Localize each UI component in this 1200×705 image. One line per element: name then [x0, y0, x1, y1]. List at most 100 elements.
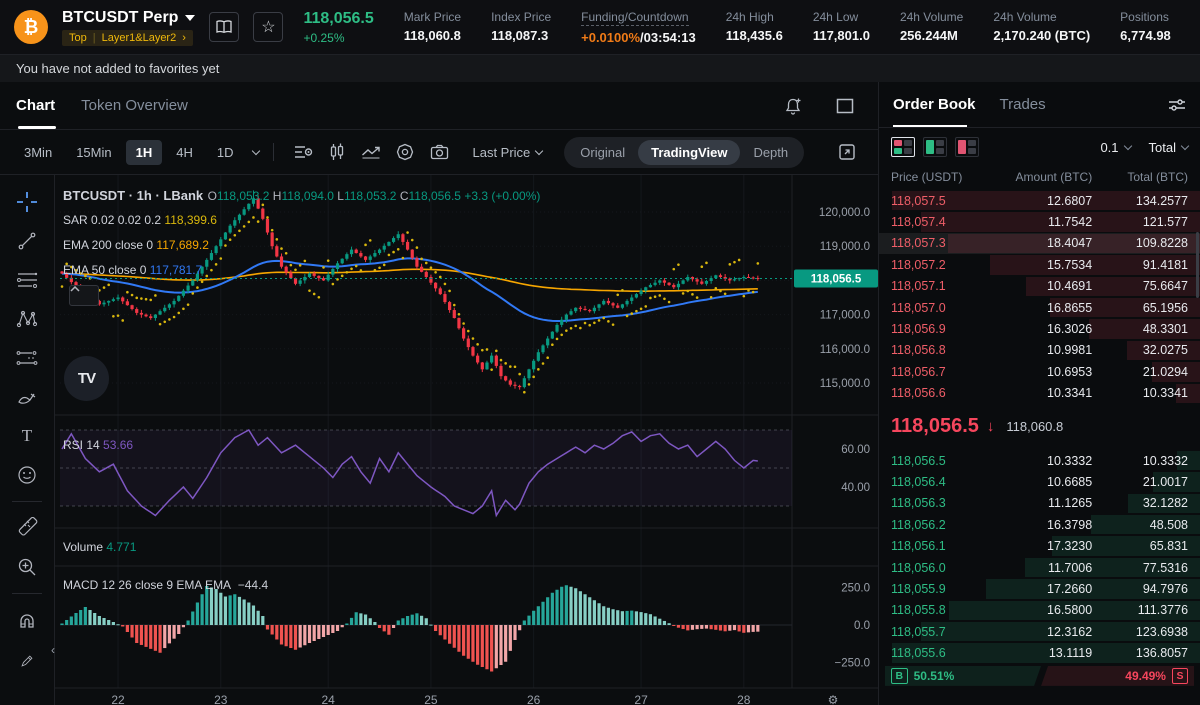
- view-bids-only-icon[interactable]: [923, 137, 947, 157]
- svg-text:−250.0: −250.0: [835, 658, 871, 670]
- timeframe-more-chevron-icon[interactable]: [252, 146, 260, 154]
- text-tool-icon[interactable]: T: [10, 421, 44, 451]
- orderbook-bid-row[interactable]: 118,055.917.266094.7976: [879, 578, 1200, 599]
- chart-plot[interactable]: 118,056.5120,000.0119,000.0117,000.0116,…: [55, 175, 878, 705]
- favorite-button[interactable]: ☆: [253, 12, 283, 42]
- trading-app: ₿ BTCUSDT Perp Top | Layer1&Layer2 › ☆ 1…: [0, 0, 1200, 705]
- timeframe-15min[interactable]: 15Min: [66, 140, 121, 165]
- chart-area: T: [0, 175, 878, 705]
- svg-text:119,000.0: 119,000.0: [820, 241, 870, 253]
- candlestick-chart[interactable]: 118,056.5120,000.0119,000.0117,000.0116,…: [55, 175, 878, 705]
- orderbook-ask-row[interactable]: 118,057.110.469175.6647: [879, 276, 1200, 297]
- timeframe-bar: 3Min 15Min 1H 4H 1D: [0, 130, 878, 175]
- tradingview-logo[interactable]: TV: [64, 356, 109, 401]
- trendline-tool-icon[interactable]: [10, 226, 44, 256]
- brush-tool-icon[interactable]: [10, 382, 44, 412]
- precision-dropdown[interactable]: 0.1: [1100, 140, 1130, 155]
- edit-pencil-tool-icon[interactable]: [10, 646, 44, 676]
- timeframe-4h[interactable]: 4H: [166, 140, 203, 165]
- svg-text:40.00: 40.00: [841, 482, 870, 494]
- orderbook-scrollbar[interactable]: [1196, 232, 1199, 298]
- symbol-tags[interactable]: Top | Layer1&Layer2 ›: [62, 30, 193, 46]
- fullscreen-icon[interactable]: [832, 139, 862, 165]
- measure-tool-icon[interactable]: [10, 513, 44, 543]
- emoji-tool-icon[interactable]: [10, 460, 44, 490]
- orderbook-bid-row[interactable]: 118,056.311.126532.1282: [879, 493, 1200, 514]
- orderbook-bid-row[interactable]: 118,056.510.333210.3332: [879, 450, 1200, 471]
- orderbook-ask-row[interactable]: 118,057.016.865565.1956: [879, 297, 1200, 318]
- orderbook-bid-row[interactable]: 118,056.216.379848.508: [879, 514, 1200, 535]
- xabcd-pattern-tool-icon[interactable]: [10, 304, 44, 334]
- view-asks-only-icon[interactable]: [955, 137, 979, 157]
- price-down-arrow-icon: ↓: [987, 418, 995, 435]
- mode-depth[interactable]: Depth: [740, 140, 801, 165]
- drawing-toolbar: T: [0, 175, 55, 705]
- stat-24h-high: 24h High 118,435.6: [726, 10, 783, 45]
- total-mode-dropdown[interactable]: Total: [1149, 140, 1188, 155]
- orderbook-bid-row[interactable]: 118,056.410.668521.0017: [879, 471, 1200, 492]
- view-combined-icon[interactable]: [891, 137, 915, 157]
- orderbook-ask-row[interactable]: 118,056.710.695321.0294: [879, 361, 1200, 382]
- legend-collapse-button[interactable]: [69, 285, 99, 306]
- chevron-down-icon: [1181, 141, 1189, 149]
- orderbook-tab-bar: Order Book Trades: [879, 82, 1200, 128]
- svg-text:28: 28: [737, 693, 751, 705]
- orderbook-ask-row[interactable]: 118,056.610.334110.3341: [879, 383, 1200, 404]
- orderbook-bid-row[interactable]: 118,055.816.5800111.3776: [879, 600, 1200, 621]
- candle-style-icon[interactable]: [322, 139, 352, 165]
- svg-text:⚙: ⚙: [828, 693, 839, 705]
- svg-text:27: 27: [634, 693, 648, 705]
- svg-text:250.0: 250.0: [841, 583, 870, 595]
- mode-original[interactable]: Original: [567, 140, 638, 165]
- magnet-tool-icon[interactable]: [10, 605, 44, 635]
- orderbook-mid-price[interactable]: 118,056.5 ↓ 118,060.8: [879, 404, 1200, 450]
- orderbook-bid-row[interactable]: 118,055.712.3162123.6938: [879, 621, 1200, 642]
- crosshair-tool-icon[interactable]: [10, 187, 44, 217]
- orderbook-ask-row[interactable]: 118,057.215.753491.4181: [879, 254, 1200, 275]
- symbol-block[interactable]: BTCUSDT Perp Top | Layer1&Layer2 ›: [62, 9, 195, 46]
- sell-percent: 49.49%: [1125, 669, 1166, 683]
- timeframe-3min[interactable]: 3Min: [14, 140, 62, 165]
- window-icon[interactable]: [830, 93, 860, 119]
- forecast-tool-icon[interactable]: [10, 343, 44, 373]
- tab-chart[interactable]: Chart: [16, 82, 55, 129]
- timeframe-1d[interactable]: 1D: [207, 140, 244, 165]
- orderbook-ask-row[interactable]: 118,057.512.6807134.2577: [879, 190, 1200, 211]
- last-price-block: 118,056.5 +0.25%: [303, 10, 373, 45]
- header-stats: Mark Price 118,060.8 Index Price 118,087…: [404, 10, 1171, 45]
- orderbook-ask-row[interactable]: 118,056.916.302648.3301: [879, 318, 1200, 339]
- stat-funding-countdown[interactable]: Funding/Countdown +0.0100%/03:54:13: [581, 10, 696, 45]
- orderbook-ask-row[interactable]: 118,057.411.7542121.577: [879, 211, 1200, 232]
- timeframe-1h[interactable]: 1H: [126, 140, 163, 165]
- fib-retracement-tool-icon[interactable]: [10, 265, 44, 295]
- orderbook-ask-row[interactable]: 118,057.318.4047109.8228: [879, 233, 1200, 254]
- price-source-dropdown[interactable]: Last Price: [472, 145, 542, 160]
- orderbook-bid-row[interactable]: 118,056.117.323065.831: [879, 535, 1200, 556]
- orderbook-settings-icon[interactable]: [1168, 97, 1186, 113]
- svg-text:0.0: 0.0: [854, 620, 870, 632]
- tab-trades[interactable]: Trades: [1000, 82, 1046, 127]
- star-icon: ☆: [261, 17, 275, 37]
- mode-tradingview[interactable]: TradingView: [638, 140, 740, 165]
- chart-section: Chart Token Overview 3Min 15Min 1H 4H 1D: [0, 82, 878, 705]
- alert-bell-icon[interactable]: [778, 93, 808, 119]
- orderbook-ask-row[interactable]: 118,056.810.998132.0275: [879, 340, 1200, 361]
- tab-order-book[interactable]: Order Book: [893, 82, 976, 127]
- chart-settings-icon[interactable]: [390, 139, 420, 165]
- svg-text:118,056.5: 118,056.5: [811, 273, 862, 285]
- stat-positions: Positions 6,774.98: [1120, 10, 1171, 45]
- orderbook-panel-button[interactable]: [209, 12, 239, 42]
- tab-token-overview[interactable]: Token Overview: [81, 82, 188, 129]
- svg-text:115,000.0: 115,000.0: [820, 378, 870, 390]
- stat-mark-price: Mark Price 118,060.8: [404, 10, 461, 45]
- zoom-in-tool-icon[interactable]: [10, 552, 44, 582]
- orderbook-bid-row[interactable]: 118,055.613.1119136.8057: [879, 642, 1200, 663]
- svg-text:117,000.0: 117,000.0: [820, 310, 870, 322]
- bid-list: 118,056.510.333210.3332118,056.410.66852…: [879, 450, 1200, 664]
- svg-text:116,000.0: 116,000.0: [820, 344, 870, 356]
- orderbook-bid-row[interactable]: 118,056.011.700677.5316: [879, 557, 1200, 578]
- stat-24h-volume-usdt: 24h Volume 256.244M: [900, 10, 963, 45]
- camera-icon[interactable]: [424, 139, 454, 165]
- indicators-icon[interactable]: [288, 139, 318, 165]
- compare-overlay-icon[interactable]: [356, 139, 386, 165]
